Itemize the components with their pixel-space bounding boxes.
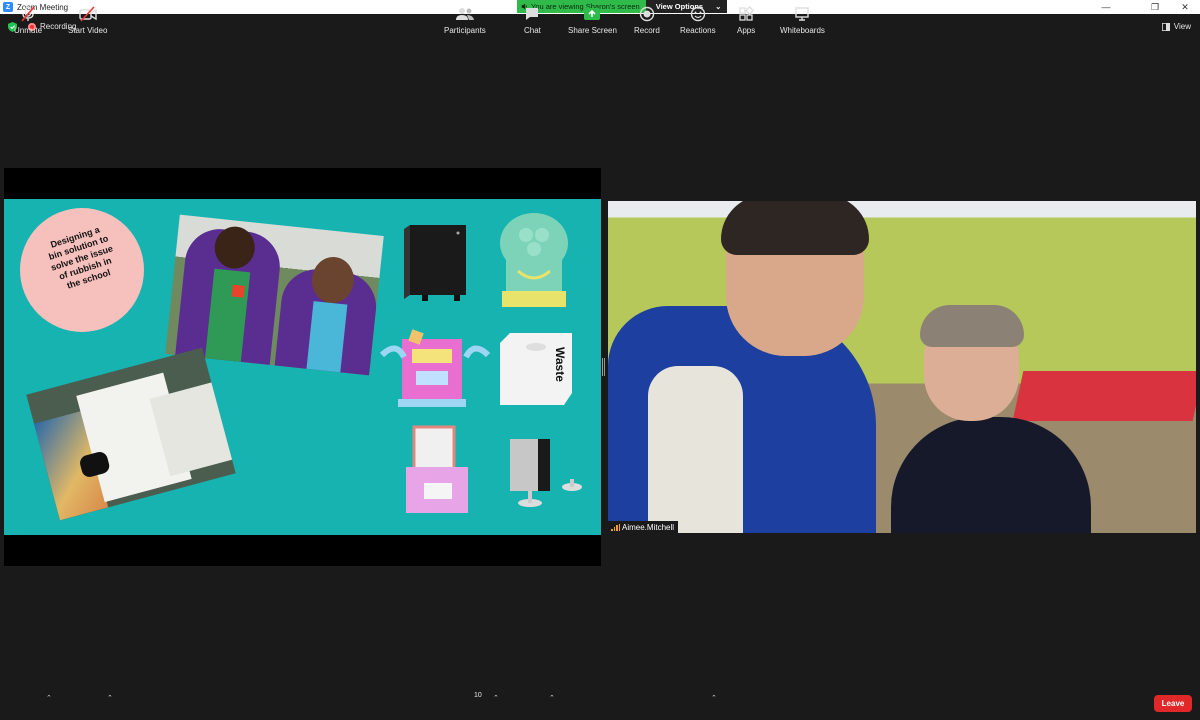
reactions-label: Reactions <box>680 26 716 35</box>
pink-bin-model <box>406 425 468 513</box>
participant-name-tag: Aimee.Mitchell <box>608 521 679 533</box>
apps-grid-icon <box>739 6 755 21</box>
black-bin-model <box>404 225 466 301</box>
apps-label: Apps <box>737 26 756 35</box>
share-screen-icon <box>584 8 601 20</box>
whiteboards-button[interactable]: Whiteboards <box>780 6 825 35</box>
green-bin-model <box>500 213 568 307</box>
reactions-options-chevron-icon[interactable]: ⌃ <box>711 694 717 702</box>
participants-options-chevron-icon[interactable]: ⌃ <box>493 694 499 702</box>
microphone-muted-icon <box>21 6 35 22</box>
record-button[interactable]: Record <box>634 6 660 35</box>
reactions-button[interactable]: Reactions <box>680 6 716 35</box>
grey-bin-model <box>510 439 582 507</box>
robot-bin-model <box>380 329 490 407</box>
participants-button[interactable]: Participants <box>444 6 486 35</box>
white-waste-bin-model: Waste <box>500 333 572 405</box>
record-icon <box>639 6 655 22</box>
share-screen-button[interactable]: Share Screen <box>568 6 617 35</box>
waste-label: Waste <box>553 347 567 382</box>
audio-options-chevron-icon[interactable]: ⌃ <box>46 694 52 702</box>
sketch-photo <box>26 347 236 521</box>
participants-label: Participants <box>444 26 486 35</box>
split-divider-handle[interactable] <box>602 358 605 376</box>
close-icon[interactable]: ✕ <box>1172 0 1198 14</box>
whiteboards-label: Whiteboards <box>780 26 825 35</box>
view-label: View <box>1173 22 1191 31</box>
leave-button[interactable]: Leave <box>1154 695 1192 712</box>
whiteboard-icon <box>795 7 810 21</box>
view-layout-icon <box>1161 22 1170 31</box>
view-button[interactable]: View <box>1161 22 1191 31</box>
meeting-toolbar <box>0 684 1200 720</box>
participants-count: 10 <box>474 692 482 699</box>
restore-icon[interactable]: ❐ <box>1142 0 1168 14</box>
chevron-down-icon: ⌄ <box>715 2 722 11</box>
participant-video[interactable] <box>608 201 1196 533</box>
chat-label: Chat <box>524 26 541 35</box>
unmute-label: Unmute <box>14 26 43 35</box>
signal-bars-icon <box>611 523 620 531</box>
zoom-app-icon: Z <box>3 2 13 12</box>
participants-icon <box>455 8 474 20</box>
video-options-chevron-icon[interactable]: ⌃ <box>107 694 113 702</box>
shared-screen[interactable]: Designing a bin solution to solve the is… <box>4 168 601 566</box>
reaction-smiley-icon <box>690 6 705 22</box>
presentation-slide: Designing a bin solution to solve the is… <box>4 199 601 535</box>
apps-button[interactable]: Apps <box>737 6 755 35</box>
participant-name: Aimee.Mitchell <box>622 522 675 532</box>
unmute-button[interactable]: Unmute <box>14 6 42 35</box>
video-camera-off-icon <box>79 6 97 22</box>
record-label: Record <box>634 26 660 35</box>
start-video-label: Start Video <box>68 26 108 35</box>
share-screen-label: Share Screen <box>568 26 617 35</box>
chat-button[interactable]: Chat <box>524 6 541 35</box>
chat-options-chevron-icon[interactable]: ⌃ <box>549 694 555 702</box>
minimize-icon[interactable]: — <box>1093 0 1119 14</box>
chat-bubble-icon <box>526 8 539 20</box>
start-video-button[interactable]: Start Video <box>68 6 107 35</box>
